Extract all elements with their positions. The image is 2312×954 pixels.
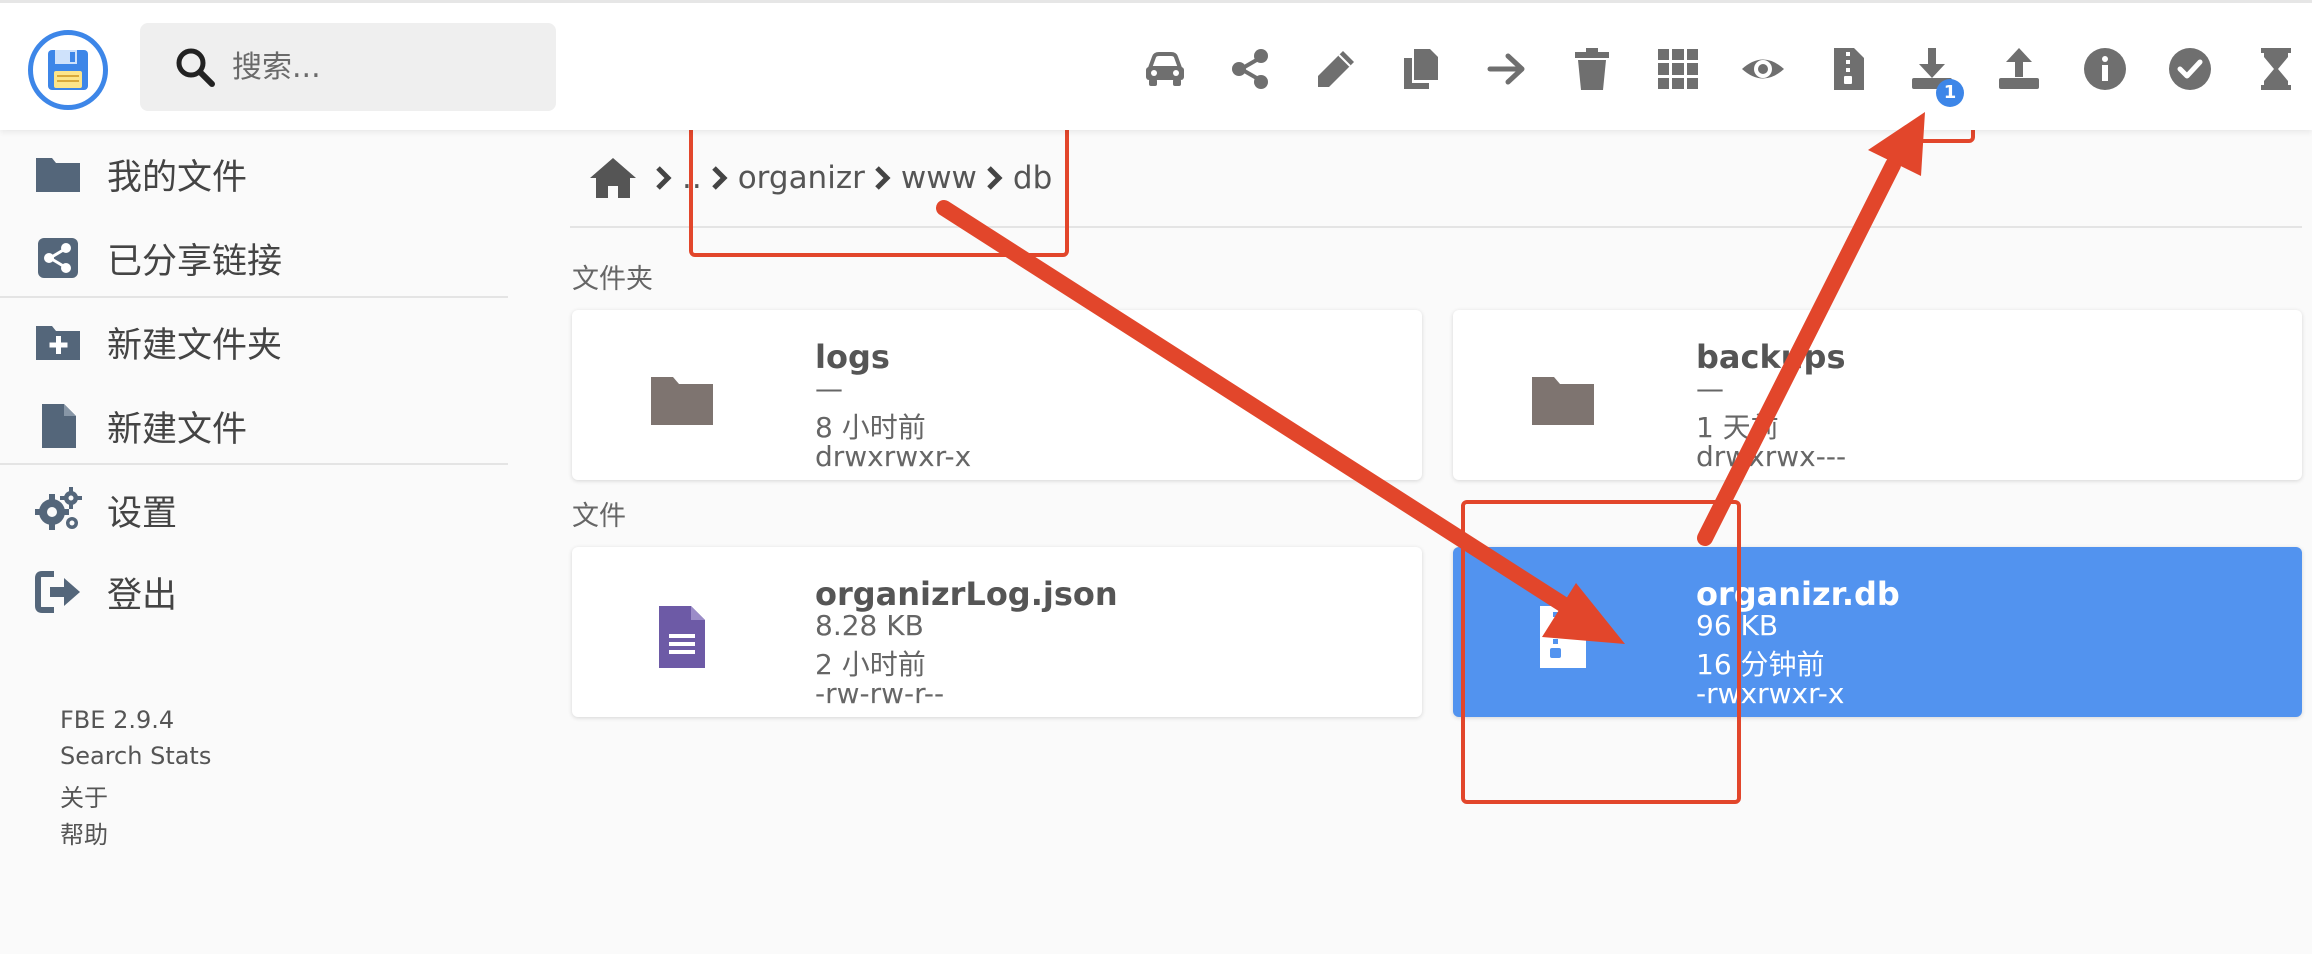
folder-icon	[1523, 360, 1603, 440]
item-permissions: drwxrwx---	[1696, 440, 1847, 473]
gears-icon	[32, 484, 84, 536]
folder-icon	[32, 148, 84, 200]
app-version: FBE 2.9.4	[60, 706, 175, 734]
toolbar-upload-button[interactable]	[1993, 41, 2045, 97]
file-icon	[32, 400, 84, 452]
sidebar-item-label: 已分享链接	[107, 241, 283, 282]
sidebar-item-new-folder[interactable]: 新建文件夹	[0, 300, 510, 384]
toolbar-preview-button[interactable]	[1737, 41, 1789, 97]
sidebar-item-my-files[interactable]: 我的文件	[0, 132, 510, 216]
item-name: organizrLog.json	[815, 575, 1118, 613]
copy-icon	[1404, 49, 1438, 89]
document-icon	[642, 597, 722, 677]
sidebar-item-label: 设置	[107, 493, 178, 534]
item-name: logs	[815, 338, 890, 376]
sign-out-icon	[32, 566, 84, 618]
search-stats-link[interactable]: Search Stats	[60, 742, 211, 770]
folder-card[interactable]: logs — 8 小时前 drwxrwxr-x	[572, 310, 1422, 480]
home-icon[interactable]	[588, 156, 638, 200]
eye-icon	[1742, 59, 1784, 79]
toolbar-move-button[interactable]	[1481, 41, 1533, 97]
sidebar-item-label: 登出	[107, 575, 178, 616]
toolbar: 1	[0, 41, 2312, 107]
toolbar-grid-button[interactable]	[1652, 41, 1704, 97]
top-bar: 1	[0, 0, 2312, 130]
zip-file-icon	[1834, 48, 1864, 90]
sidebar-item-shared-links[interactable]: 已分享链接	[0, 216, 510, 300]
sidebar-divider	[0, 463, 508, 465]
toolbar-rename-button[interactable]	[1310, 41, 1362, 97]
check-icon	[2169, 48, 2211, 90]
folder-plus-icon	[32, 316, 84, 368]
sidebar-item-label: 我的文件	[107, 157, 248, 198]
hourglass-icon	[2261, 48, 2291, 90]
help-link[interactable]: 帮助	[60, 815, 108, 850]
info-icon	[2084, 48, 2126, 90]
item-size: —	[1696, 372, 1724, 405]
section-heading-folders: 文件夹	[572, 264, 653, 295]
file-card[interactable]: organizrLog.json 8.28 KB 2 小时前 -rw-rw-r-…	[572, 547, 1422, 717]
download-count-badge: 1	[1936, 79, 1964, 107]
toolbar-car-button[interactable]	[1139, 41, 1191, 97]
pencil-icon	[1318, 51, 1354, 87]
toolbar-hourglass-button[interactable]	[2250, 41, 2302, 97]
share-square-icon	[32, 232, 84, 284]
folder-card[interactable]: backups — 1 天前 drwxrwx---	[1453, 310, 2302, 480]
trash-icon	[1575, 48, 1609, 90]
toolbar-share-button[interactable]	[1224, 41, 1276, 97]
toolbar-info-button[interactable]	[2079, 41, 2131, 97]
toolbar-download-button[interactable]: 1	[1906, 41, 1964, 107]
item-name: backups	[1696, 338, 1846, 376]
annotation-box-selected-file	[1461, 500, 1741, 804]
item-permissions: -rw-rw-r--	[815, 677, 945, 710]
section-heading-files: 文件	[572, 501, 626, 532]
upload-icon	[1999, 48, 2039, 89]
item-size: —	[815, 372, 843, 405]
item-permissions: drwxrwxr-x	[815, 440, 972, 473]
toolbar-archive-button[interactable]	[1823, 41, 1875, 97]
toolbar-select-button[interactable]	[2164, 41, 2216, 97]
sidebar-item-label: 新建文件夹	[107, 325, 283, 366]
arrow-right-icon	[1487, 53, 1525, 85]
sidebar-divider	[0, 296, 508, 298]
sidebar-item-label: 新建文件	[107, 409, 248, 450]
grid-icon	[1658, 49, 1698, 89]
annotation-box-breadcrumb	[689, 114, 1069, 257]
toolbar-copy-button[interactable]	[1395, 41, 1447, 97]
sidebar-item-settings[interactable]: 设置	[0, 468, 510, 552]
chevron-right-icon	[656, 166, 672, 190]
folder-icon	[642, 360, 722, 440]
toolbar-delete-button[interactable]	[1566, 41, 1618, 97]
about-link[interactable]: 关于	[60, 778, 108, 813]
sidebar-item-new-file[interactable]: 新建文件	[0, 384, 510, 468]
car-icon	[1146, 52, 1184, 86]
item-size: 8.28 KB	[815, 609, 924, 642]
sidebar-item-logout[interactable]: 登出	[0, 550, 510, 634]
share-icon	[1232, 49, 1268, 89]
sidebar: 我的文件 已分享链接 新建文件夹 新建文件 设置 登出 FBE 2.9.4 Se…	[0, 130, 510, 954]
